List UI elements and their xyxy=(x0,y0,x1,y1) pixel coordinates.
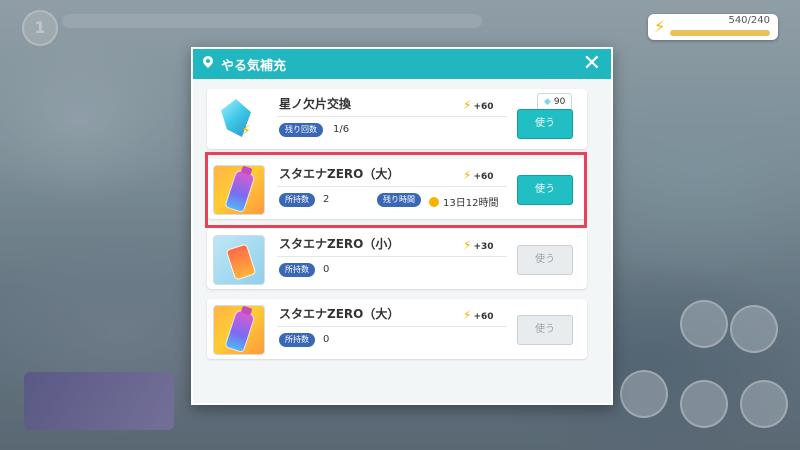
list-item: スタエナZERO（大） ⚡ +60 所持数 0 使う xyxy=(207,299,587,359)
use-button-disabled[interactable]: 使う xyxy=(517,245,573,275)
stamina-value: 540/240 xyxy=(728,15,770,26)
close-icon[interactable]: ✕ xyxy=(583,51,601,77)
stat-badge: 所持数 xyxy=(279,333,315,347)
item-name: スタエナZERO（小） xyxy=(279,237,400,251)
dialog-title: やる気補充 xyxy=(221,59,287,74)
stat-value: 1/6 xyxy=(333,124,350,135)
energy-can-small-icon xyxy=(213,235,265,285)
use-button-disabled[interactable]: 使う xyxy=(517,315,573,345)
divider xyxy=(277,116,507,117)
item-name: 星ノ欠片交換 xyxy=(279,97,352,111)
use-button[interactable]: 使う xyxy=(517,109,573,139)
stamina-bar xyxy=(670,30,770,36)
stat-value: 0 xyxy=(323,264,330,275)
divider xyxy=(277,326,507,327)
stamina-gain: ⚡ +30 xyxy=(463,238,494,252)
stamina-indicator[interactable]: ⚡ 540/240 xyxy=(648,14,778,40)
divider xyxy=(277,256,507,257)
lightning-icon: ⚡ xyxy=(463,238,472,252)
item-name: スタエナZERO（大） xyxy=(279,307,400,321)
selection-highlight xyxy=(205,152,587,228)
gem-icon: ◆ xyxy=(544,97,551,107)
dialog-header: やる気補充 ✕ xyxy=(193,49,611,79)
stamina-gain: ⚡ +60 xyxy=(463,308,494,322)
lightning-icon: ⚡ xyxy=(654,17,666,36)
energy-bottle-large-icon xyxy=(213,305,265,355)
location-pin-icon xyxy=(200,53,216,69)
lightning-icon: ⚡ xyxy=(463,308,472,322)
lightning-icon: ⚡ xyxy=(463,98,472,112)
stamina-gain: ⚡ +60 xyxy=(463,98,494,112)
stat-value: 0 xyxy=(323,334,330,345)
list-item: ⚡ 星ノ欠片交換 ⚡ +60 残り回数 1/6 ◆ 90 使う xyxy=(207,89,587,149)
list-item: スタエナZERO（小） ⚡ +30 所持数 0 使う xyxy=(207,229,587,289)
stat-badge: 所持数 xyxy=(279,263,315,277)
crystal-icon: ⚡ xyxy=(213,95,263,143)
stat-badge: 残り回数 xyxy=(279,123,323,137)
